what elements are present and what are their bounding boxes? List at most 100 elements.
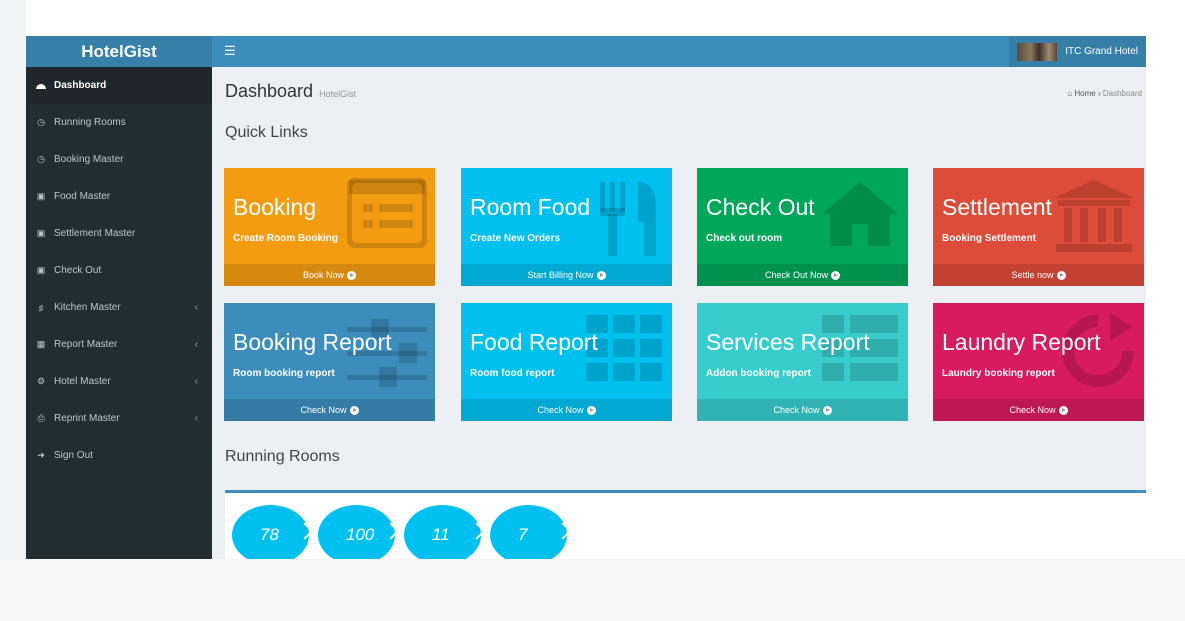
dashboard-icon [34,81,48,91]
tile-footer-label: Check Now [773,405,820,415]
check-now-link[interactable]: Check Now [224,399,435,421]
chevron-left-icon: ‹ [194,339,198,350]
clock-icon: ◷ [37,154,45,164]
tile-subtitle: Addon booking report [706,368,811,379]
cutlery-icon [594,178,664,263]
room-button[interactable]: 7 [490,505,572,559]
id-card-icon: ▣ [36,191,46,201]
chevron-left-icon: ‹ [194,413,198,424]
cutlery-icon: ♯ [38,302,44,313]
sidebar-item-settlement-master[interactable]: ▣ Settlement Master [26,215,212,252]
arrow-circle-right-icon [1058,405,1068,415]
cogs-icon: ⚙ [36,376,46,386]
tile-subtitle: Laundry booking report [942,368,1055,379]
tile-settlement[interactable]: Settlement Booking Settlement Settle now [933,168,1144,286]
tile-title: Settlement [942,194,1052,220]
check-now-link[interactable]: Check Now [933,399,1144,421]
sidebar-item-label: Booking Master [54,154,124,165]
main-content: Dashboard HotelGist ⌂ Home › Dashboard Qu… [212,67,1146,559]
room-number: 11 [432,525,450,544]
running-rooms-title: Running Rooms [225,448,340,465]
chevron-left-icon: ‹ [194,302,198,313]
check-out-now-link[interactable]: Check Out Now [697,264,908,286]
chevron-right-icon [296,522,314,540]
sidebar-item-label: Running Rooms [54,117,126,128]
home-icon: ⌂ [1067,89,1073,98]
sidebar-item-kitchen-master[interactable]: ♯ Kitchen Master ‹ [26,289,212,326]
sidebar-item-booking-master[interactable]: ◷ Booking Master [26,141,212,178]
book-now-link[interactable]: Book Now [224,264,435,286]
arrow-circle-right-icon [1056,270,1066,280]
id-card-icon: ▣ [36,228,46,238]
user-menu[interactable]: ITC Grand Hotel [1009,36,1146,67]
tile-subtitle: Room booking report [233,368,335,379]
quick-links-title: Quick Links [225,124,308,141]
sidebar-item-label: Reprint Master [54,413,120,424]
tile-title: Booking Report [233,329,392,355]
settle-now-link[interactable]: Settle now [933,264,1144,286]
left-margin [0,0,26,621]
tile-title: Room Food [470,194,591,220]
sidebar-item-reprint-master[interactable]: ⎙ Reprint Master ‹ [26,400,212,437]
sidebar-item-running-rooms[interactable]: ◷ Running Rooms [26,104,212,141]
app-window: HotelGist ☰ ITC Grand Hotel Dashboard ◷ … [26,36,1146,559]
sidebar-item-dashboard[interactable]: Dashboard [26,67,212,104]
app-logo[interactable]: HotelGist [26,36,212,67]
tile-laundry-report[interactable]: Laundry Report Laundry booking report Ch… [933,303,1144,421]
arrow-circle-right-icon [586,405,596,415]
sidebar-item-label: Food Master [54,191,111,202]
table-icon: ▦ [36,339,46,349]
tile-booking[interactable]: Booking Create Room Booking Book Now [224,168,435,286]
tile-food-report[interactable]: Food Report Room food report Check Now [461,303,672,421]
tile-booking-report[interactable]: Booking Report Room booking report Check… [224,303,435,421]
tile-subtitle: Room food report [470,368,555,379]
tile-subtitle: Check out room [706,233,783,244]
tile-footer-label: Book Now [302,270,345,280]
print-icon: ⎙ [37,413,45,423]
room-number: 100 [346,525,375,544]
breadcrumb-home[interactable]: Home [1074,89,1095,98]
tile-title: Booking [233,194,317,220]
arrow-circle-right-icon [831,270,841,280]
check-now-link[interactable]: Check Now [697,399,908,421]
page-subtitle: HotelGist [319,89,357,99]
sidebar-item-check-out[interactable]: ▣ Check Out [26,252,212,289]
running-rooms-box: 78 100 11 7 [225,490,1146,559]
sidebar-item-report-master[interactable]: ▦ Report Master ‹ [26,326,212,363]
breadcrumb: ⌂ Home › Dashboard [1067,89,1142,98]
tile-title: Services Report [706,329,870,355]
check-now-link[interactable]: Check Now [461,399,672,421]
sidebar-item-label: Hotel Master [54,376,111,387]
sidebar-item-label: Dashboard [54,80,107,91]
bottom-margin [0,559,1185,621]
arrow-circle-right-icon [822,405,832,415]
sidebar-item-label: Report Master [54,339,118,350]
room-number: 7 [518,525,528,544]
arrow-circle-right-icon [596,270,606,280]
room-button[interactable]: 100 [318,505,400,559]
room-number: 78 [260,525,279,544]
top-navbar: ☰ ITC Grand Hotel [212,36,1146,67]
chevron-right-icon [468,522,486,540]
tile-subtitle: Booking Settlement [942,233,1036,244]
tile-footer-label: Settle now [1011,270,1054,280]
room-button[interactable]: 78 [232,505,314,559]
sidebar-item-hotel-master[interactable]: ⚙ Hotel Master ‹ [26,363,212,400]
sidebar-item-sign-out[interactable]: ➜ Sign Out [26,437,212,474]
hotel-name: ITC Grand Hotel [1065,46,1138,57]
tile-check-out[interactable]: Check Out Check out room Check Out Now [697,168,908,286]
hamburger-icon[interactable]: ☰ [224,43,236,59]
room-button[interactable]: 11 [404,505,486,559]
hotel-image [1017,42,1058,61]
tile-services-report[interactable]: Services Report Addon booking report Che… [697,303,908,421]
tile-room-food[interactable]: Room Food Create New Orders Start Billin… [461,168,672,286]
arrow-circle-right-icon [349,405,359,415]
start-billing-now-link[interactable]: Start Billing Now [461,264,672,286]
sidebar: Dashboard ◷ Running Rooms ◷ Booking Mast… [26,67,212,559]
sidebar-item-label: Sign Out [54,450,93,461]
sidebar-item-label: Kitchen Master [54,302,121,313]
tile-footer-label: Check Now [1009,405,1056,415]
clock-icon: ◷ [37,117,45,127]
tile-footer-label: Check Now [537,405,584,415]
sidebar-item-food-master[interactable]: ▣ Food Master [26,178,212,215]
